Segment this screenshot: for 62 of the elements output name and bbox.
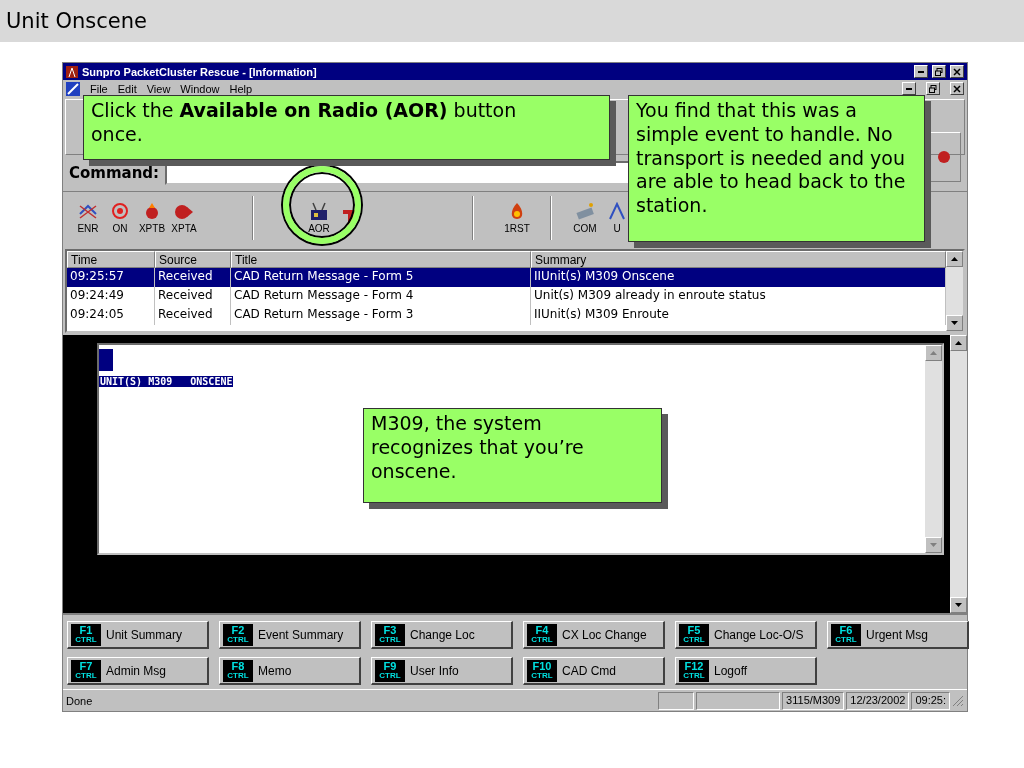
toolbar-button[interactable]: ENR	[74, 201, 102, 234]
restore-button[interactable]	[926, 82, 940, 95]
menu-item[interactable]: Window	[180, 82, 220, 95]
resize-grip-icon	[952, 694, 964, 707]
selection-highlight	[99, 349, 113, 371]
menu-item[interactable]: Edit	[117, 82, 137, 95]
document-text: UNIT(S) M309 ONSCENE	[99, 376, 234, 387]
column-header[interactable]: Summary	[531, 251, 946, 268]
close-icon	[953, 67, 961, 76]
arrow-down-icon	[951, 321, 958, 325]
toolbar-icon	[575, 201, 595, 220]
window-title: Sunpro PacketCluster Rescue - [Information]	[82, 65, 318, 78]
table-cell[interactable]: CAD Return Message - Form 3	[231, 306, 531, 325]
close-button[interactable]	[950, 65, 964, 78]
toolbar-button[interactable]: COM	[571, 201, 599, 234]
close-button[interactable]	[950, 82, 964, 95]
status-panel: 12/23/2002	[846, 691, 910, 710]
toolbar-icon	[110, 201, 130, 220]
scrollbar[interactable]	[950, 335, 967, 613]
toolbar-button[interactable]: ON	[106, 201, 134, 234]
minimize-icon	[918, 70, 924, 73]
minimize-button[interactable]	[902, 82, 916, 95]
arrow-up-icon	[951, 257, 958, 261]
document-icon	[66, 81, 80, 96]
scrollbar[interactable]	[925, 345, 942, 553]
toolbar-button[interactable]: XPTB	[138, 201, 166, 234]
scrollbar[interactable]	[946, 251, 963, 331]
menu-item[interactable]: View	[146, 82, 171, 95]
toolbar-button[interactable]: AOR	[305, 201, 333, 234]
arrow-up-icon	[930, 351, 937, 355]
table-cell[interactable]: 09:24:49	[67, 287, 155, 306]
restore-button[interactable]	[932, 65, 946, 78]
table-cell[interactable]: CAD Return Message - Form 5	[231, 268, 531, 287]
toolbar-icon	[607, 201, 627, 220]
toolbar-button[interactable]: XPTA	[170, 201, 198, 234]
command-label: Command:	[69, 164, 160, 182]
minimize-icon	[906, 87, 912, 90]
status-message: Done	[66, 694, 94, 707]
table-cell[interactable]: IIUnit(s) M309 Onscene	[531, 268, 946, 287]
status-panel: 09:25:	[911, 691, 950, 710]
arrow-down-icon	[955, 603, 962, 607]
menu-item[interactable]: Help	[229, 82, 253, 95]
toolbar-button[interactable]: U	[603, 201, 631, 234]
column-header[interactable]: Source	[155, 251, 231, 268]
menu-item[interactable]: File	[90, 82, 108, 95]
slide-title: Unit Onscene	[6, 9, 147, 33]
toolbar-button[interactable]: 1RST	[503, 201, 531, 234]
column-header[interactable]: Title	[231, 251, 531, 268]
arrow-up-icon	[955, 341, 962, 345]
restore-icon	[935, 67, 943, 76]
table-cell[interactable]: CAD Return Message - Form 4	[231, 287, 531, 306]
restore-icon	[929, 84, 937, 93]
arrow-down-icon	[930, 543, 937, 547]
table-cell[interactable]: 09:24:05	[67, 306, 155, 325]
close-icon	[953, 84, 961, 93]
status-panel: 3115/M309	[782, 691, 845, 710]
column-header[interactable]: Time	[67, 251, 155, 268]
toolbar-icon	[309, 201, 329, 220]
app-icon	[66, 65, 78, 78]
minimize-button[interactable]	[914, 65, 928, 78]
table-cell[interactable]: Received	[155, 268, 231, 287]
table-cell[interactable]: 09:25:57	[67, 268, 155, 287]
